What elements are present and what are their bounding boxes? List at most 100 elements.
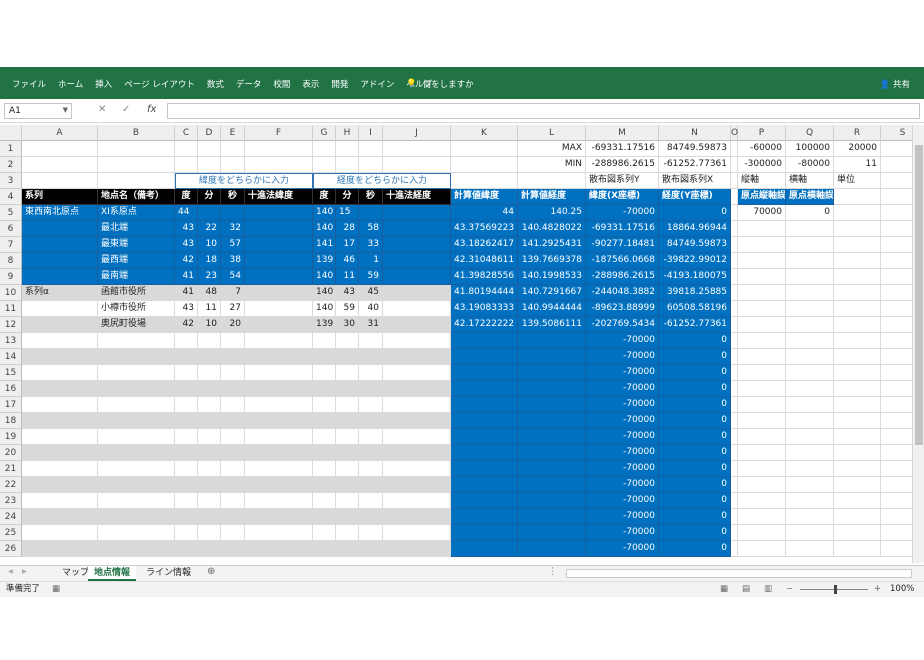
cell-Q16[interactable] [786,381,834,397]
cell-R10[interactable] [834,285,881,301]
cell-M25[interactable]: -70000 [586,525,659,541]
cell-O5[interactable] [731,205,738,221]
cell-F9[interactable] [245,269,313,285]
cell-H14[interactable] [336,349,359,365]
cell-N5[interactable]: 0 [659,205,731,221]
cell-D9[interactable]: 23 [198,269,221,285]
cell-C9[interactable]: 41 [175,269,198,285]
cell-N19[interactable]: 0 [659,429,731,445]
cell-K22[interactable] [451,477,518,493]
cell-I12[interactable]: 31 [359,317,383,333]
cell-H15[interactable] [336,365,359,381]
cell-M16[interactable]: -70000 [586,381,659,397]
cell-D26[interactable] [198,541,221,557]
cell-L9[interactable]: 140.1998533 [518,269,586,285]
cell-R8[interactable] [834,253,881,269]
cell-F13[interactable] [245,333,313,349]
cell-N9[interactable]: -4193.180075 [659,269,731,285]
cell-K4[interactable]: 計算値緯度 [451,189,518,205]
cell-M2[interactable]: -288986.2615 [586,157,659,173]
cell-O2[interactable] [731,157,738,173]
cell-H6[interactable]: 28 [336,221,359,237]
cell-J25[interactable] [383,525,451,541]
cell-M3[interactable]: 散布図系列Y [586,173,659,189]
cell-B14[interactable] [98,349,175,365]
cell-S9[interactable] [881,269,912,285]
cell-P5[interactable]: 70000 [738,205,786,221]
cell-G1[interactable] [313,141,336,157]
cell-F1[interactable] [245,141,313,157]
cell-K18[interactable] [451,413,518,429]
cell-L21[interactable] [518,461,586,477]
cell-N20[interactable]: 0 [659,445,731,461]
cell-F23[interactable] [245,493,313,509]
cell-F5[interactable] [245,205,313,221]
cell-M14[interactable]: -70000 [586,349,659,365]
cell-N17[interactable]: 0 [659,397,731,413]
cell-J8[interactable] [383,253,451,269]
cell-S13[interactable] [881,333,912,349]
cell-E24[interactable] [221,509,245,525]
cell-B4[interactable]: 地点名（備考） [98,189,175,205]
cell-J22[interactable] [383,477,451,493]
cell-P6[interactable] [738,221,786,237]
cell-G22[interactable] [313,477,336,493]
cell-K24[interactable] [451,509,518,525]
cell-E25[interactable] [221,525,245,541]
chevron-down-icon[interactable]: ▼ [63,106,68,114]
cell-J26[interactable] [383,541,451,557]
cell-M4[interactable]: 緯度(X座標) [586,189,659,205]
cell-G17[interactable] [313,397,336,413]
row-header[interactable]: 2 [0,157,22,173]
cell-J13[interactable] [383,333,451,349]
cell-H22[interactable] [336,477,359,493]
cell-L15[interactable] [518,365,586,381]
cell-P18[interactable] [738,413,786,429]
cell-G20[interactable] [313,445,336,461]
cell-M20[interactable]: -70000 [586,445,659,461]
cell-O24[interactable] [731,509,738,525]
cell-M22[interactable]: -70000 [586,477,659,493]
ribbon-tab[interactable]: ファイル [6,78,52,90]
cell-M21[interactable]: -70000 [586,461,659,477]
cell-K21[interactable] [451,461,518,477]
cell-N1[interactable]: 84749.59873 [659,141,731,157]
cell-J19[interactable] [383,429,451,445]
cell-G19[interactable] [313,429,336,445]
ribbon-tab[interactable]: 表示 [296,78,325,90]
cell-K26[interactable] [451,541,518,557]
cell-S19[interactable] [881,429,912,445]
cell-E13[interactable] [221,333,245,349]
cell-A14[interactable] [22,349,98,365]
cell-K17[interactable] [451,397,518,413]
row-header[interactable]: 24 [0,509,22,525]
cell-D2[interactable] [198,157,221,173]
cell-E23[interactable] [221,493,245,509]
cell-I23[interactable] [359,493,383,509]
cell-S26[interactable] [881,541,912,557]
cell-A9[interactable] [22,269,98,285]
cell-S14[interactable] [881,349,912,365]
cell-F17[interactable] [245,397,313,413]
column-header[interactable]: R [834,125,881,141]
cell-P14[interactable] [738,349,786,365]
cell-Q6[interactable] [786,221,834,237]
cell-B24[interactable] [98,509,175,525]
column-header[interactable]: H [336,125,359,141]
cell-R9[interactable] [834,269,881,285]
cell-G12[interactable]: 139 [313,317,336,333]
cell-A6[interactable] [22,221,98,237]
cell-Q25[interactable] [786,525,834,541]
row-header[interactable]: 7 [0,237,22,253]
cell-D16[interactable] [198,381,221,397]
cell-N14[interactable]: 0 [659,349,731,365]
cell-L26[interactable] [518,541,586,557]
cell-G16[interactable] [313,381,336,397]
cell-E7[interactable]: 57 [221,237,245,253]
cell-M5[interactable]: -70000 [586,205,659,221]
cell-G8[interactable]: 139 [313,253,336,269]
cell-D18[interactable] [198,413,221,429]
cell-O11[interactable] [731,301,738,317]
cell-I8[interactable]: 1 [359,253,383,269]
cell-Q19[interactable] [786,429,834,445]
